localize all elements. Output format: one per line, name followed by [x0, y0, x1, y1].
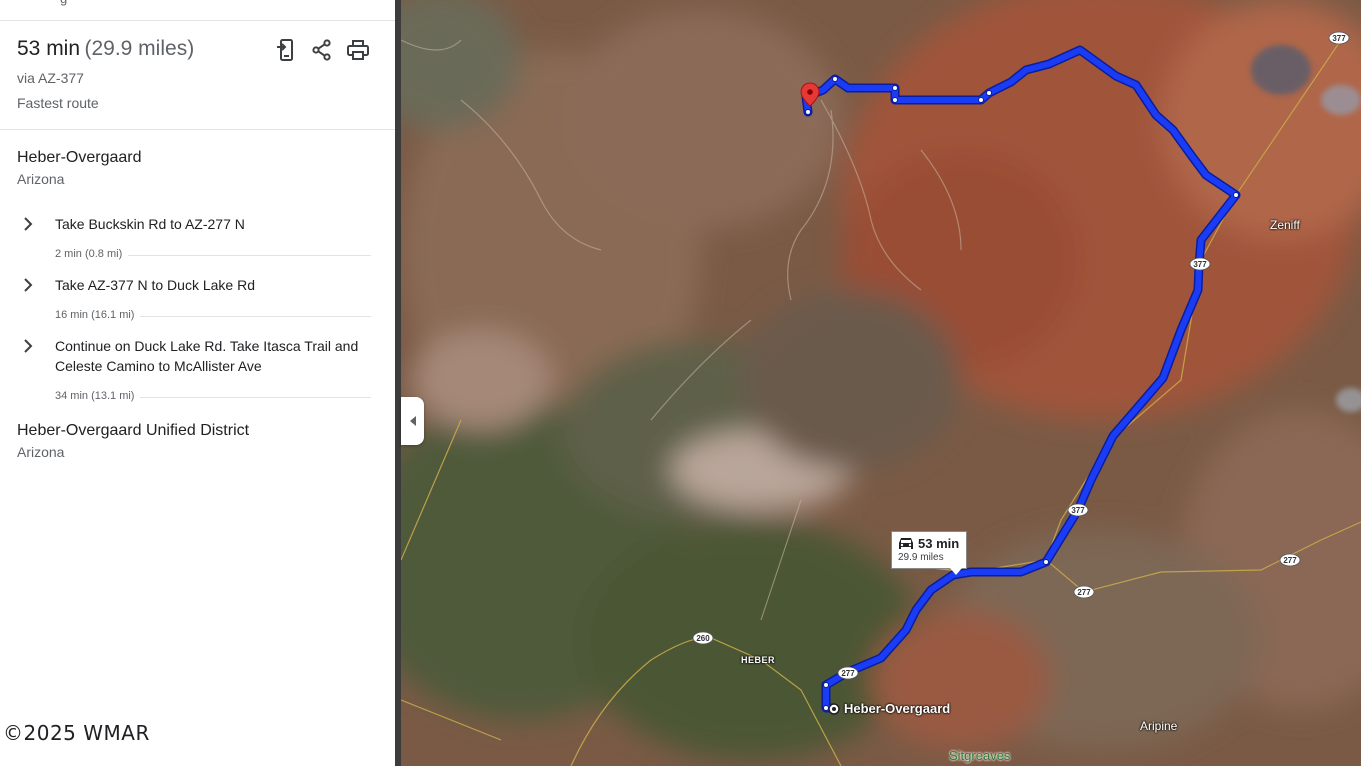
- directions-panel: g 53 min (29.9 miles) via AZ-377 Fastest…: [0, 0, 395, 766]
- place-label-zeniff[interactable]: Zeniff: [1270, 218, 1300, 232]
- step-text: Continue on Duck Lake Rd. Take Itasca Tr…: [55, 338, 359, 374]
- route-label: Fastest route: [17, 95, 99, 111]
- route-summary: 53 min (29.9 miles) via AZ-377 Fastest r…: [17, 37, 194, 111]
- route-info-callout[interactable]: 53 min 29.9 miles: [891, 531, 967, 575]
- origin-place[interactable]: Heber-Overgaard Arizona: [17, 149, 142, 187]
- chevron-right-icon[interactable]: [21, 217, 35, 231]
- route-distance: (29.9 miles): [84, 37, 195, 60]
- origin-marker-icon[interactable]: [828, 703, 840, 715]
- shield-277: 277: [1279, 553, 1301, 567]
- top-clipped-text: g: [60, 0, 67, 6]
- satellite-map[interactable]: 377 377 377 277 277 277 260 Zeniff HEBER…: [401, 0, 1361, 766]
- shield-260: 260: [692, 631, 714, 645]
- chevron-right-icon[interactable]: [21, 339, 35, 353]
- destination-region: Arizona: [17, 444, 65, 460]
- step-text: Take AZ-377 N to Duck Lake Rd: [55, 277, 255, 293]
- step-duration: 34 min (13.1 mi): [55, 390, 141, 402]
- step-duration: 2 min (0.8 mi): [55, 248, 129, 260]
- svg-text:377: 377: [1193, 260, 1207, 269]
- svg-text:377: 377: [1071, 506, 1085, 515]
- share-icon: [312, 39, 331, 61]
- shield-277: 277: [1073, 585, 1095, 599]
- callout-time: 53 min: [918, 536, 960, 551]
- print-button[interactable]: [346, 38, 370, 62]
- origin-name: Heber-Overgaard: [17, 149, 142, 166]
- place-label-heber[interactable]: HEBER: [741, 655, 775, 665]
- copyright-watermark: ©2025 WMAR: [3, 721, 150, 745]
- shield-377: 377: [1067, 503, 1089, 517]
- route-actions: [274, 38, 370, 62]
- print-icon: [347, 40, 369, 60]
- place-label-aripine[interactable]: Aripine: [1140, 719, 1177, 733]
- send-to-phone-icon: [277, 39, 293, 61]
- shield-377: 377: [1189, 257, 1211, 271]
- destination-name: Heber-Overgaard Unified District: [17, 422, 250, 439]
- step-text: Take Buckskin Rd to AZ-277 N: [55, 216, 245, 232]
- svg-text:277: 277: [1283, 556, 1297, 565]
- route-via: via AZ-377: [17, 70, 84, 86]
- shield-277: 277: [837, 666, 859, 680]
- callout-distance: 29.9 miles: [898, 552, 944, 563]
- place-label-heber-overgaard[interactable]: Heber-Overgaard: [844, 701, 950, 716]
- terrain: [401, 0, 1361, 760]
- place-label-sitgreaves[interactable]: Sitgreaves: [949, 748, 1010, 763]
- send-to-phone-button[interactable]: [274, 38, 298, 62]
- divider: [0, 129, 395, 130]
- caret-left-icon: [409, 416, 416, 426]
- destination-place[interactable]: Heber-Overgaard Unified District Arizona: [17, 422, 249, 460]
- chevron-right-icon[interactable]: [21, 278, 35, 292]
- svg-text:377: 377: [1332, 34, 1346, 43]
- share-button[interactable]: [310, 38, 334, 62]
- route-time: 53 min: [17, 37, 81, 60]
- svg-text:277: 277: [841, 669, 855, 678]
- svg-text:277: 277: [1077, 588, 1091, 597]
- shield-377: 377: [1328, 31, 1350, 45]
- svg-text:260: 260: [696, 634, 710, 643]
- car-icon: [899, 538, 913, 549]
- map-canvas: 377 377 377 277 277 277 260: [401, 0, 1361, 766]
- origin-region: Arizona: [17, 171, 65, 187]
- top-clipped-row: g: [0, 0, 395, 21]
- step-duration: 16 min (16.1 mi): [55, 309, 141, 321]
- collapse-panel-button[interactable]: [401, 397, 424, 445]
